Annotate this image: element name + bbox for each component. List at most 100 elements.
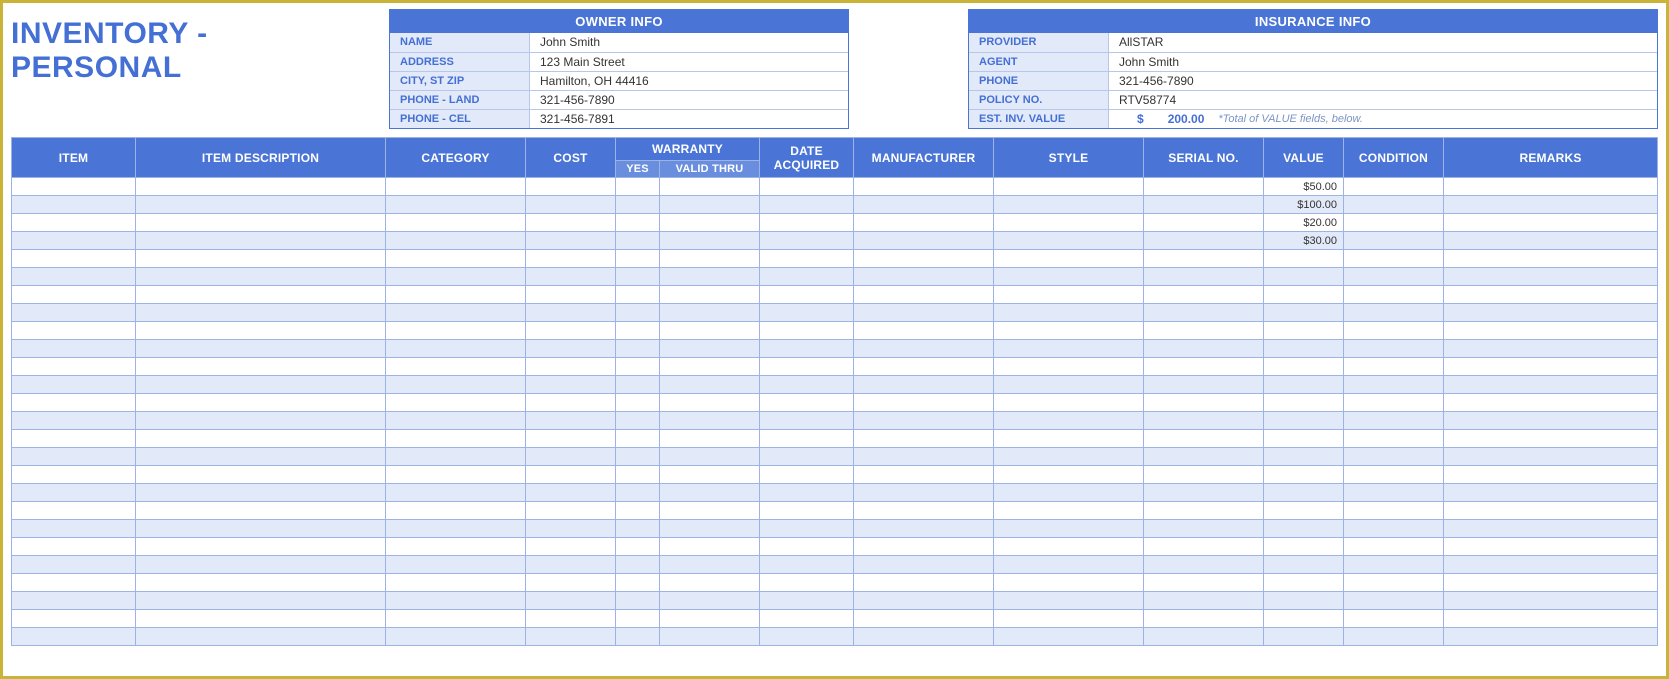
table-cell[interactable] (994, 268, 1144, 286)
table-cell[interactable] (616, 538, 660, 556)
table-cell[interactable] (526, 574, 616, 592)
table-cell[interactable] (760, 466, 854, 484)
table-cell[interactable] (1264, 250, 1344, 268)
owner-field-value[interactable]: John Smith (530, 33, 848, 52)
table-cell[interactable] (12, 502, 136, 520)
table-cell[interactable] (386, 322, 526, 340)
table-cell[interactable] (854, 394, 994, 412)
table-cell[interactable] (1344, 556, 1444, 574)
table-cell[interactable] (994, 358, 1144, 376)
table-cell[interactable] (854, 484, 994, 502)
table-cell[interactable] (526, 250, 616, 268)
owner-field-value[interactable]: 321-456-7890 (530, 91, 848, 109)
table-cell[interactable] (1444, 304, 1658, 322)
table-cell[interactable] (136, 250, 386, 268)
table-cell[interactable] (994, 484, 1144, 502)
table-cell[interactable] (136, 412, 386, 430)
table-cell[interactable] (136, 466, 386, 484)
table-cell[interactable] (1144, 214, 1264, 232)
col-remarks[interactable]: REMARKS (1444, 138, 1658, 178)
table-cell[interactable] (660, 340, 760, 358)
table-cell[interactable] (1144, 358, 1264, 376)
table-cell[interactable] (760, 448, 854, 466)
col-manufacturer[interactable]: MANUFACTURER (854, 138, 994, 178)
table-cell[interactable] (616, 574, 660, 592)
table-cell[interactable] (526, 520, 616, 538)
table-cell[interactable] (386, 304, 526, 322)
table-cell[interactable] (1264, 520, 1344, 538)
table-cell[interactable] (616, 484, 660, 502)
table-cell[interactable] (660, 322, 760, 340)
table-cell[interactable]: $50.00 (1264, 178, 1344, 196)
table-cell[interactable] (760, 520, 854, 538)
table-cell[interactable] (616, 232, 660, 250)
table-cell[interactable] (12, 286, 136, 304)
table-cell[interactable] (994, 304, 1144, 322)
table-cell[interactable] (1444, 286, 1658, 304)
table-cell[interactable] (1264, 610, 1344, 628)
table-cell[interactable] (854, 448, 994, 466)
table-cell[interactable] (526, 178, 616, 196)
table-cell[interactable] (526, 268, 616, 286)
table-cell[interactable] (660, 214, 760, 232)
table-cell[interactable] (136, 340, 386, 358)
table-cell[interactable] (1264, 556, 1344, 574)
table-cell[interactable] (660, 412, 760, 430)
table-cell[interactable] (1444, 214, 1658, 232)
table-cell[interactable] (526, 628, 616, 646)
table-cell[interactable] (1144, 538, 1264, 556)
table-cell[interactable] (1344, 376, 1444, 394)
table-cell[interactable] (136, 448, 386, 466)
table-cell[interactable] (526, 502, 616, 520)
table-cell[interactable] (386, 430, 526, 448)
table-cell[interactable] (1444, 232, 1658, 250)
table-cell[interactable] (136, 322, 386, 340)
table-cell[interactable] (1264, 268, 1344, 286)
table-cell[interactable] (760, 196, 854, 214)
table-cell[interactable] (616, 376, 660, 394)
table-cell[interactable] (1344, 178, 1444, 196)
table-cell[interactable] (136, 556, 386, 574)
table-cell[interactable] (1264, 592, 1344, 610)
table-cell[interactable] (994, 520, 1144, 538)
col-style[interactable]: STYLE (994, 138, 1144, 178)
table-cell[interactable] (854, 610, 994, 628)
table-cell[interactable] (1444, 610, 1658, 628)
table-cell[interactable] (760, 376, 854, 394)
table-cell[interactable] (616, 250, 660, 268)
table-cell[interactable] (1144, 628, 1264, 646)
table-cell[interactable] (386, 592, 526, 610)
table-cell[interactable] (660, 304, 760, 322)
table-cell[interactable] (994, 430, 1144, 448)
table-cell[interactable] (1144, 502, 1264, 520)
table-cell[interactable] (1344, 430, 1444, 448)
table-cell[interactable] (1264, 340, 1344, 358)
table-cell[interactable] (12, 520, 136, 538)
table-cell[interactable] (760, 430, 854, 448)
table-cell[interactable] (386, 412, 526, 430)
table-cell[interactable] (1144, 178, 1264, 196)
table-cell[interactable] (760, 286, 854, 304)
table-cell[interactable] (1444, 628, 1658, 646)
table-cell[interactable] (660, 196, 760, 214)
table-cell[interactable] (386, 358, 526, 376)
table-cell[interactable] (1144, 286, 1264, 304)
table-cell[interactable] (1264, 430, 1344, 448)
table-cell[interactable] (1344, 322, 1444, 340)
table-cell[interactable] (136, 178, 386, 196)
table-cell[interactable] (136, 520, 386, 538)
table-cell[interactable] (12, 628, 136, 646)
table-cell[interactable] (994, 628, 1144, 646)
table-cell[interactable] (760, 574, 854, 592)
table-cell[interactable] (854, 466, 994, 484)
table-cell[interactable] (660, 250, 760, 268)
table-cell[interactable] (616, 502, 660, 520)
table-cell[interactable] (12, 466, 136, 484)
col-serial-no[interactable]: SERIAL NO. (1144, 138, 1264, 178)
table-cell[interactable] (1264, 466, 1344, 484)
table-cell[interactable] (660, 448, 760, 466)
table-cell[interactable] (386, 286, 526, 304)
table-cell[interactable] (1444, 592, 1658, 610)
table-cell[interactable] (994, 538, 1144, 556)
table-cell[interactable] (1264, 286, 1344, 304)
